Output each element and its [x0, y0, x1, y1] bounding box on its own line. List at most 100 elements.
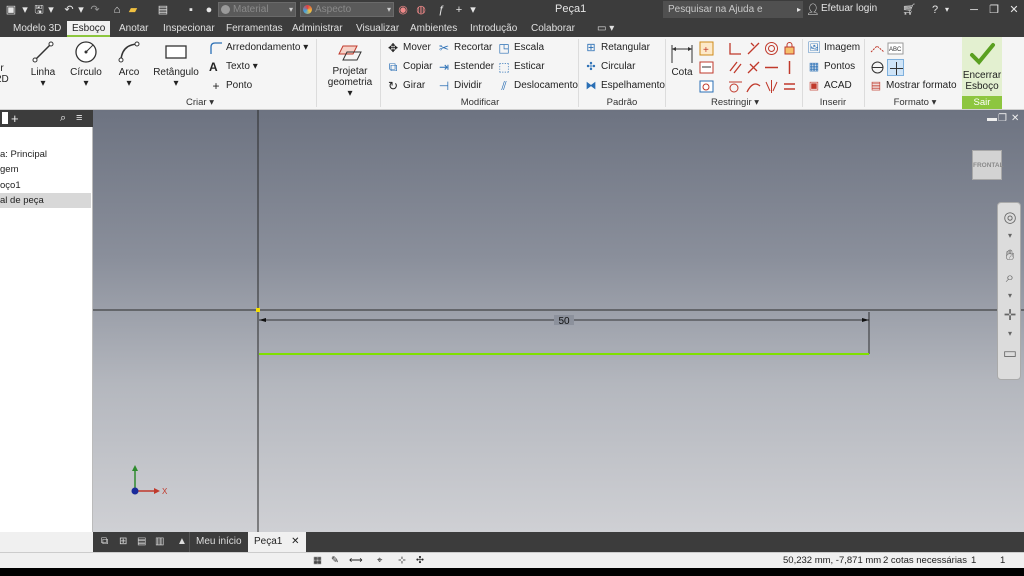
auto-dimension-icon[interactable]: + [698, 40, 715, 57]
extend-button[interactable]: ⇥ Estender [437, 59, 494, 75]
tab-home[interactable]: Meu início [189, 532, 248, 552]
help-icon[interactable]: ? [928, 2, 942, 18]
login-button[interactable]: Efetuar login [809, 3, 877, 14]
ribbon-display-toggle-icon[interactable]: ▭ ▾ [592, 21, 619, 37]
parameters-icon[interactable]: ƒ [434, 2, 448, 18]
tab-3d-model[interactable]: Modelo 3D [8, 21, 66, 37]
rectangle-button[interactable]: Retângulo ▾ [152, 39, 200, 89]
tab-inspect[interactable]: Inspecionar [158, 21, 220, 37]
center-point-icon[interactable] [869, 59, 886, 76]
undo-dropdown-icon[interactable]: ▾ [76, 2, 86, 18]
rectangular-pattern-button[interactable]: ⊞ Retangular [584, 40, 650, 56]
horizontal-constraint-icon[interactable] [763, 59, 780, 76]
origin-point[interactable] [256, 308, 260, 312]
help-search-input[interactable]: Pesquisar na Ajuda e comandos [663, 1, 803, 32]
color-icon[interactable]: ● [202, 2, 216, 18]
coincident-constraint-icon[interactable] [727, 40, 744, 57]
inference-icon[interactable]: ⊹ [398, 553, 406, 569]
tab-annotate[interactable]: Anotar [114, 21, 153, 37]
insert-image-button[interactable]: 🖼︎ Imagem [807, 40, 860, 56]
tab-view[interactable]: Visualizar [351, 21, 404, 37]
line-button[interactable]: Linha ▾ [28, 39, 58, 89]
customize-dropdown-icon[interactable]: ▾ [468, 2, 478, 18]
tab-sketch[interactable]: Esboço [67, 21, 111, 37]
move-button[interactable]: ✥ Mover [386, 40, 431, 56]
steering-wheel-icon[interactable]: ◎ [1001, 209, 1019, 227]
constrain-panel-title[interactable]: Restringir ▾ [690, 97, 780, 109]
save-dropdown-icon[interactable]: ▾ [46, 2, 56, 18]
copy-button[interactable]: ⧉ Copiar [386, 59, 433, 75]
add-icon[interactable]: + [452, 2, 466, 18]
graphics-viewport[interactable]: 50 X ▬ ❐ ✕ FRONTAL ◎ ▾ ✋︎ ⌕ ▾ ✛ ▾ ▭ [93, 110, 1024, 532]
concentric-constraint-icon[interactable] [763, 40, 780, 57]
sketch-toolbar-icon[interactable]: ▦ [313, 553, 322, 569]
zoom-icon[interactable]: ⌕ [1001, 269, 1019, 287]
fillet-button[interactable]: Arredondamento ▾ [209, 40, 308, 56]
insert-points-button[interactable]: ▦ Pontos [807, 59, 855, 75]
symmetric-constraint-icon[interactable] [763, 78, 780, 95]
point-button[interactable]: + Ponto [209, 78, 252, 94]
tab-environments[interactable]: Ambientes [405, 21, 462, 37]
open-folder-icon[interactable]: ▰ [126, 2, 140, 18]
circle-button[interactable]: Círculo ▾ [68, 39, 104, 89]
dimension-settings-icon[interactable]: ⟷ [349, 553, 363, 569]
arc-button[interactable]: Arco ▾ [114, 39, 144, 89]
create-panel-title[interactable]: Criar ▾ [150, 97, 250, 109]
save-icon[interactable]: 🖫 [32, 2, 46, 18]
format-panel-title[interactable]: Formato ▾ [870, 97, 960, 109]
dimension-button[interactable]: Cota [668, 41, 696, 78]
equal-constraint-icon[interactable] [781, 78, 798, 95]
show-constraints-icon[interactable] [698, 59, 715, 76]
close-button[interactable]: ✕ [1006, 2, 1022, 18]
select-icon[interactable]: ▪ [184, 2, 198, 18]
look-at-icon[interactable]: ▭ [1001, 345, 1019, 363]
viewcube[interactable]: FRONTAL [972, 150, 1004, 180]
browser-tab[interactable] [2, 112, 8, 124]
browser-item-origin[interactable]: gem [0, 162, 91, 177]
help-dropdown-icon[interactable]: ▾ [943, 2, 951, 18]
chevron-down-icon[interactable]: ▾ [1001, 227, 1019, 245]
construction-line-icon[interactable] [869, 40, 886, 57]
redo-icon[interactable]: ↷ [88, 2, 102, 18]
fix-constraint-icon[interactable] [781, 40, 798, 57]
split-button[interactable]: ⊣ Dividir [437, 78, 482, 94]
tab-manage[interactable]: Administrar [287, 21, 348, 37]
add-icon[interactable]: + [11, 110, 19, 127]
rotate-button[interactable]: ↻ Girar [386, 78, 425, 94]
vertical-constraint-icon[interactable] [781, 59, 798, 76]
viewport-minimize-icon[interactable]: ▬ [987, 113, 997, 124]
parallel-constraint-icon[interactable] [727, 59, 744, 76]
mirror-button[interactable]: ⧓ Espelhamento [584, 78, 665, 94]
clear-appearance-icon[interactable]: ◍ [414, 2, 428, 18]
update-icon[interactable]: ▤ [156, 2, 170, 18]
stretch-button[interactable]: ⬚ Esticar [497, 59, 544, 75]
tangent-constraint-icon[interactable] [727, 78, 744, 95]
collinear-constraint-icon[interactable] [745, 40, 762, 57]
driven-dimension-icon[interactable] [887, 59, 904, 76]
show-format-button[interactable]: ▤ Mostrar formato [869, 78, 957, 94]
offset-button[interactable]: ⫽ Deslocamento [497, 78, 578, 94]
browser-item-sketch[interactable]: oço1 [0, 178, 91, 193]
cascade-icon[interactable]: ⧉ [95, 532, 114, 552]
tab-get-started[interactable]: Introdução [465, 21, 522, 37]
search-dropdown-icon[interactable]: ▸ [795, 2, 803, 18]
scale-button[interactable]: ◳ Escala [497, 40, 544, 56]
material-dropdown[interactable]: Material ▾ [218, 2, 296, 17]
show-dof-icon[interactable]: ⌖ [377, 553, 382, 569]
minimize-button[interactable]: ─ [966, 2, 982, 18]
tab-tools[interactable]: Ferramentas [221, 21, 288, 37]
undo-icon[interactable]: ↶ [62, 2, 76, 18]
home-icon[interactable]: ⌂ [110, 2, 124, 18]
chevron-down-icon[interactable]: ▾ [1001, 325, 1019, 343]
dimension-value[interactable]: 50 [558, 316, 570, 327]
tab-collaborate[interactable]: Colaborar [526, 21, 580, 37]
cart-icon[interactable]: 🛒︎ [902, 2, 916, 18]
viewport-close-icon[interactable]: ✕ [1011, 113, 1019, 124]
chevron-down-icon[interactable]: ▾ [1001, 287, 1019, 305]
text-button[interactable]: A Texto ▾ [209, 59, 258, 75]
browser-view-label[interactable]: a: Principal [0, 147, 91, 162]
open-icon[interactable]: ▾ [18, 2, 32, 18]
tab-part[interactable]: Peça1 ✕ [248, 532, 306, 552]
finish-sketch-button[interactable]: Encerrar Esboço [962, 40, 1002, 92]
new-file-icon[interactable]: ▣ [4, 2, 18, 18]
